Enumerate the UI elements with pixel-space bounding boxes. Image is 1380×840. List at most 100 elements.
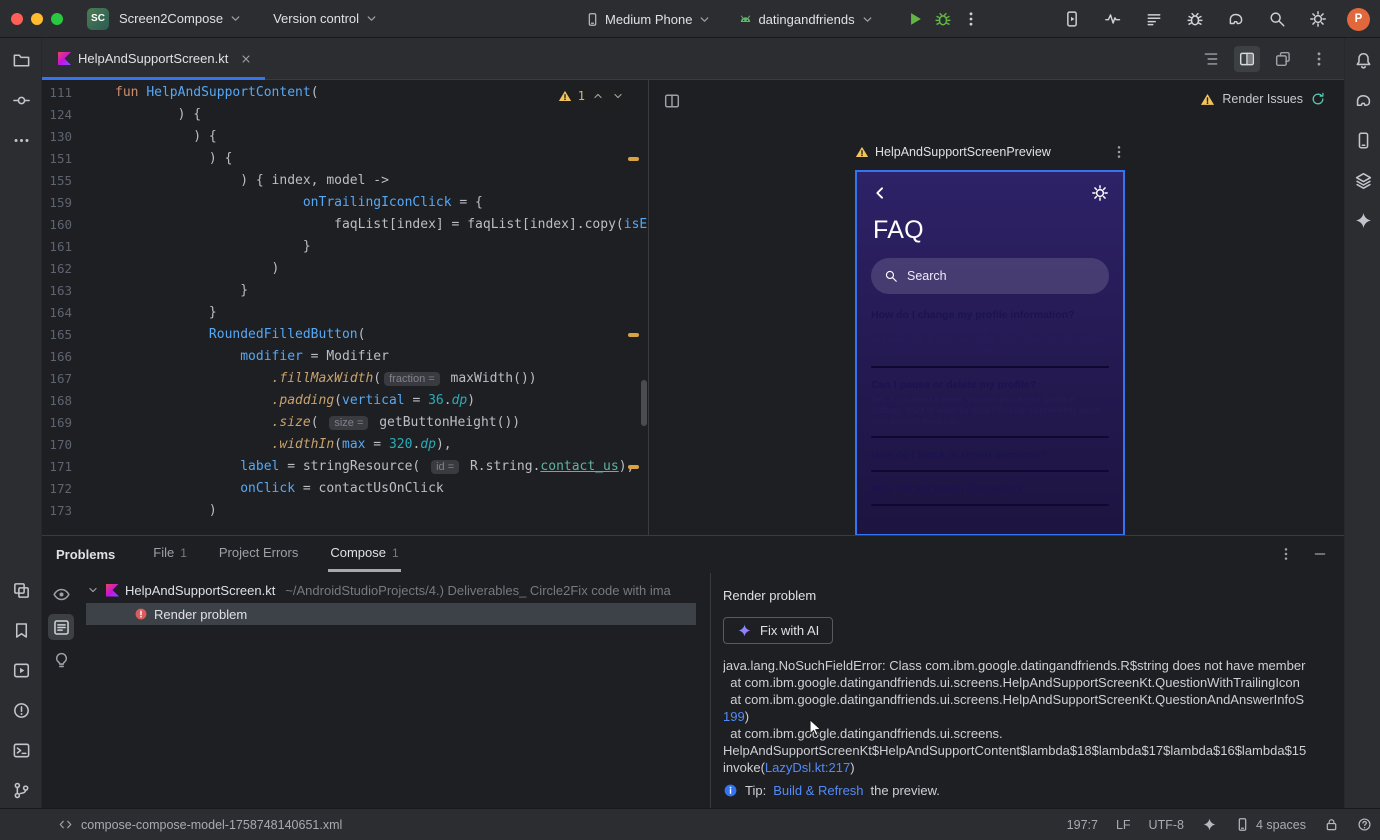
code-line[interactable]: 171 label = stringResource( id = R.strin… <box>42 456 648 478</box>
expand-chevron-icon[interactable] <box>86 583 100 597</box>
run-tool-button[interactable] <box>7 656 35 684</box>
encoding-widget[interactable]: UTF-8 <box>1149 818 1184 832</box>
code-line[interactable]: 159 onTrailingIconClick = { <box>42 192 648 214</box>
code-line[interactable]: 160 faqList[index] = faqList[index].copy… <box>42 214 648 236</box>
code-line[interactable]: 161 } <box>42 236 648 258</box>
warning-stripe-mark[interactable] <box>628 333 639 337</box>
preview-menu-button[interactable] <box>1111 144 1127 160</box>
project-widget[interactable]: Screen2Compose <box>119 11 243 26</box>
preview-layout-button[interactable] <box>663 92 681 110</box>
gradle-sync-button[interactable] <box>1224 7 1248 31</box>
problems-tab-file[interactable]: File 1 <box>151 536 189 572</box>
chevron-up-icon[interactable] <box>591 89 605 103</box>
code-line[interactable]: 169 .size( size = getButtonHeight()) <box>42 412 648 434</box>
editor-scrollbar[interactable] <box>641 380 647 426</box>
detach-editor-button[interactable] <box>1270 46 1296 72</box>
gradle-button[interactable] <box>1349 86 1377 114</box>
macos-zoom-button[interactable] <box>51 12 63 25</box>
editor-kebab-button[interactable] <box>1306 46 1332 72</box>
vcs-widget[interactable]: Version control <box>273 11 379 26</box>
close-icon[interactable] <box>239 52 253 66</box>
code-line[interactable]: 165 RoundedFilledButton( <box>42 324 648 346</box>
app-inspection-button[interactable] <box>1183 7 1207 31</box>
device-selector[interactable]: Medium Phone <box>585 12 712 27</box>
split-editor-button[interactable] <box>1234 45 1260 72</box>
user-avatar[interactable]: P <box>1347 7 1370 31</box>
refresh-icon[interactable] <box>1310 91 1326 107</box>
preview-eye-button[interactable] <box>48 581 74 607</box>
hide-panel-button[interactable] <box>1312 546 1328 562</box>
more-tool-windows-button[interactable] <box>7 126 35 154</box>
more-actions-button[interactable] <box>957 5 985 33</box>
render-issues-widget[interactable]: Render Issues <box>1200 91 1326 107</box>
code-line[interactable]: 173 ) <box>42 500 648 522</box>
layout-inspector-button[interactable] <box>7 576 35 604</box>
code-line[interactable]: 124 ) { <box>42 104 648 126</box>
problem-row-selected[interactable]: Render problem <box>86 603 696 625</box>
divider <box>871 366 1109 368</box>
help-widget[interactable] <box>1357 817 1372 832</box>
project-folder-button[interactable] <box>7 46 35 74</box>
code-token: = <box>404 393 429 408</box>
caret-position-widget[interactable]: 197:7 <box>1067 818 1098 832</box>
stack-trace-link[interactable]: LazyDsl.kt:217 <box>765 760 850 775</box>
device-status-widget[interactable]: 4 spaces <box>1235 817 1306 832</box>
commit-button[interactable] <box>7 86 35 114</box>
problems-tab-compose[interactable]: Compose 1 <box>328 536 401 572</box>
code-line[interactable]: 130 ) { <box>42 126 648 148</box>
running-devices-button[interactable] <box>1060 7 1084 31</box>
code-editor[interactable]: 111 fun HelpAndSupportContent(124 ) {130 … <box>42 80 648 535</box>
code-token: = stringResource( <box>279 459 429 474</box>
status-file-widget[interactable]: compose-compose-model-1758748140651.xml <box>0 817 342 832</box>
problems-file-row[interactable]: HelpAndSupportScreen.kt ~/AndroidStudioP… <box>86 579 710 601</box>
resource-manager-button[interactable] <box>1349 166 1377 194</box>
device-manager-button[interactable] <box>1349 126 1377 154</box>
problems-window-title[interactable]: Problems <box>56 547 115 562</box>
line-number: 130 <box>49 129 72 144</box>
chevron-down-icon <box>364 11 379 26</box>
code-line[interactable]: 167 .fillMaxWidth(fraction = maxWidth()) <box>42 368 648 390</box>
code-line[interactable]: 172 onClick = contactUsOnClick <box>42 478 648 500</box>
details-view-button[interactable] <box>48 614 74 640</box>
settings-gear-button[interactable] <box>1306 7 1330 31</box>
code-line[interactable]: 163 } <box>42 280 648 302</box>
bookmarks-button[interactable] <box>7 616 35 644</box>
code-line[interactable]: 170 .widthIn(max = 320.dp), <box>42 434 648 456</box>
options-kebab-button[interactable] <box>1278 546 1294 562</box>
stack-trace-link[interactable]: 199 <box>723 709 745 724</box>
code-line[interactable]: 166 modifier = Modifier <box>42 346 648 368</box>
structure-view-button[interactable] <box>1198 46 1224 72</box>
run-configuration-selector[interactable]: datingandfriends <box>738 12 874 27</box>
problems-button[interactable] <box>7 696 35 724</box>
ai-status-widget[interactable] <box>1202 817 1217 832</box>
warning-stripe-mark[interactable] <box>628 157 639 161</box>
build-refresh-link[interactable]: Build & Refresh <box>773 783 863 798</box>
quickfix-bulb-button[interactable] <box>48 647 74 673</box>
code-text: ) { <box>115 104 201 126</box>
line-separator-widget[interactable]: LF <box>1116 818 1131 832</box>
fix-with-ai-button[interactable]: Fix with AI <box>723 617 834 644</box>
macos-minimize-button[interactable] <box>31 12 43 25</box>
problems-tab-project-errors[interactable]: Project Errors <box>217 536 300 572</box>
terminal-button[interactable] <box>7 736 35 764</box>
code-line[interactable]: 162 ) <box>42 258 648 280</box>
code-text: ) { index, model -> <box>115 170 389 192</box>
debug-button[interactable] <box>929 5 957 33</box>
gemini-button[interactable] <box>1349 206 1377 234</box>
profiler-button[interactable] <box>1101 7 1125 31</box>
macos-close-button[interactable] <box>11 12 23 25</box>
version-control-button[interactable] <box>7 776 35 804</box>
chevron-down-icon[interactable] <box>611 89 625 103</box>
logcat-button[interactable] <box>1142 7 1166 31</box>
readonly-lock-widget[interactable] <box>1324 817 1339 832</box>
code-line[interactable]: 151 ) { <box>42 148 648 170</box>
code-line[interactable]: 164 } <box>42 302 648 324</box>
inspection-widget[interactable]: 1 <box>550 86 632 106</box>
code-line[interactable]: 155 ) { index, model -> <box>42 170 648 192</box>
run-button[interactable] <box>901 5 929 33</box>
code-line[interactable]: 168 .padding(vertical = 36.dp) <box>42 390 648 412</box>
search-everywhere-button[interactable] <box>1265 7 1289 31</box>
editor-tab-active[interactable]: HelpAndSupportScreen.kt <box>42 38 266 80</box>
warning-stripe-mark[interactable] <box>628 465 639 469</box>
notifications-bell-button[interactable] <box>1349 46 1377 74</box>
